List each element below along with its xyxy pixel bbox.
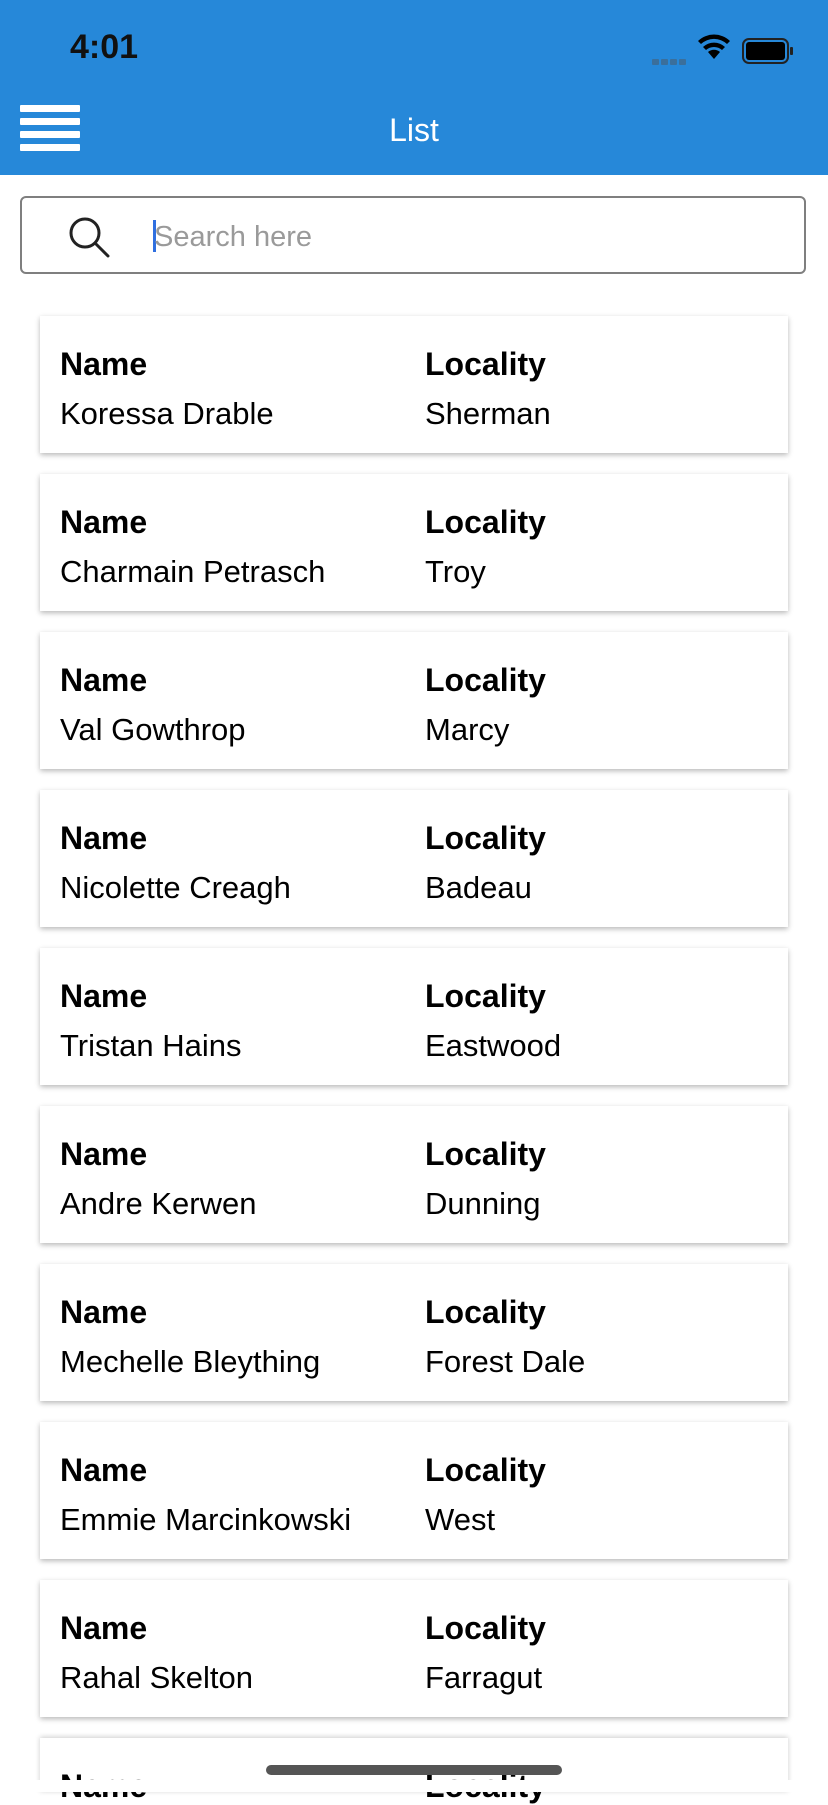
name-value: Charmain Petrasch xyxy=(60,554,326,589)
name-label: Name xyxy=(60,1136,148,1172)
name-label: Name xyxy=(60,978,148,1014)
locality-value: Sherman xyxy=(425,396,551,431)
locality-label: Locality xyxy=(425,978,546,1014)
list-item[interactable]: Name Locality Val Gowthrop Marcy xyxy=(40,632,788,769)
locality-value: Farragut xyxy=(425,1660,543,1695)
home-indicator[interactable] xyxy=(266,1765,562,1775)
locality-label: Locality xyxy=(425,1136,546,1172)
name-label: Name xyxy=(60,346,148,382)
name-value: Rahal Skelton xyxy=(60,1660,254,1695)
locality-value: Eastwood xyxy=(425,1028,562,1063)
name-label: Name xyxy=(60,1294,148,1330)
locality-label: Locality xyxy=(425,662,546,698)
locality-value: West xyxy=(425,1502,496,1537)
list-item[interactable]: Name Locality Rahal Skelton Farragut xyxy=(40,1580,788,1717)
list-item[interactable]: Name Locality Tristan Hains Eastwood xyxy=(40,948,788,1085)
list-item[interactable]: Name Locality Charmain Petrasch Troy xyxy=(40,474,788,611)
name-label: Name xyxy=(60,504,148,540)
locality-label: Locality xyxy=(425,346,546,382)
locality-value: Forest Dale xyxy=(425,1344,586,1379)
locality-label: Locality xyxy=(425,1452,546,1488)
name-label: Name xyxy=(60,662,148,698)
locality-label: Locality xyxy=(425,1294,546,1330)
name-value: Emmie Marcinkowski xyxy=(60,1502,352,1537)
locality-label: Locality xyxy=(425,1610,546,1646)
locality-value: Troy xyxy=(425,554,486,589)
list-item[interactable]: Name Locality Mechelle Bleything Forest … xyxy=(40,1264,788,1401)
name-value: Nicolette Creagh xyxy=(60,870,291,905)
locality-label: Locality xyxy=(425,504,546,540)
name-value: Mechelle Bleything xyxy=(60,1344,321,1379)
name-label: Name xyxy=(60,820,148,856)
list-item[interactable]: Name Locality Koressa Drable Sherman xyxy=(40,316,788,453)
list-item[interactable]: Name Locality Nicolette Creagh Badeau xyxy=(40,790,788,927)
result-list: Name Locality Koressa Drable Sherman Nam… xyxy=(0,0,828,1804)
locality-label: Locality xyxy=(425,820,546,856)
locality-value: Dunning xyxy=(425,1186,541,1221)
name-value: Koressa Drable xyxy=(60,396,274,431)
name-value: Tristan Hains xyxy=(60,1028,242,1063)
list-item[interactable]: Name Locality Andre Kerwen Dunning xyxy=(40,1106,788,1243)
locality-value: Marcy xyxy=(425,712,510,747)
name-label: Name xyxy=(60,1610,148,1646)
locality-value: Badeau xyxy=(425,870,532,905)
name-value: Val Gowthrop xyxy=(60,712,246,747)
screen-bottom-edge xyxy=(0,1780,828,1792)
name-label: Name xyxy=(60,1452,148,1488)
name-value: Andre Kerwen xyxy=(60,1186,257,1221)
list-item[interactable]: Name Locality Emmie Marcinkowski West xyxy=(40,1422,788,1559)
